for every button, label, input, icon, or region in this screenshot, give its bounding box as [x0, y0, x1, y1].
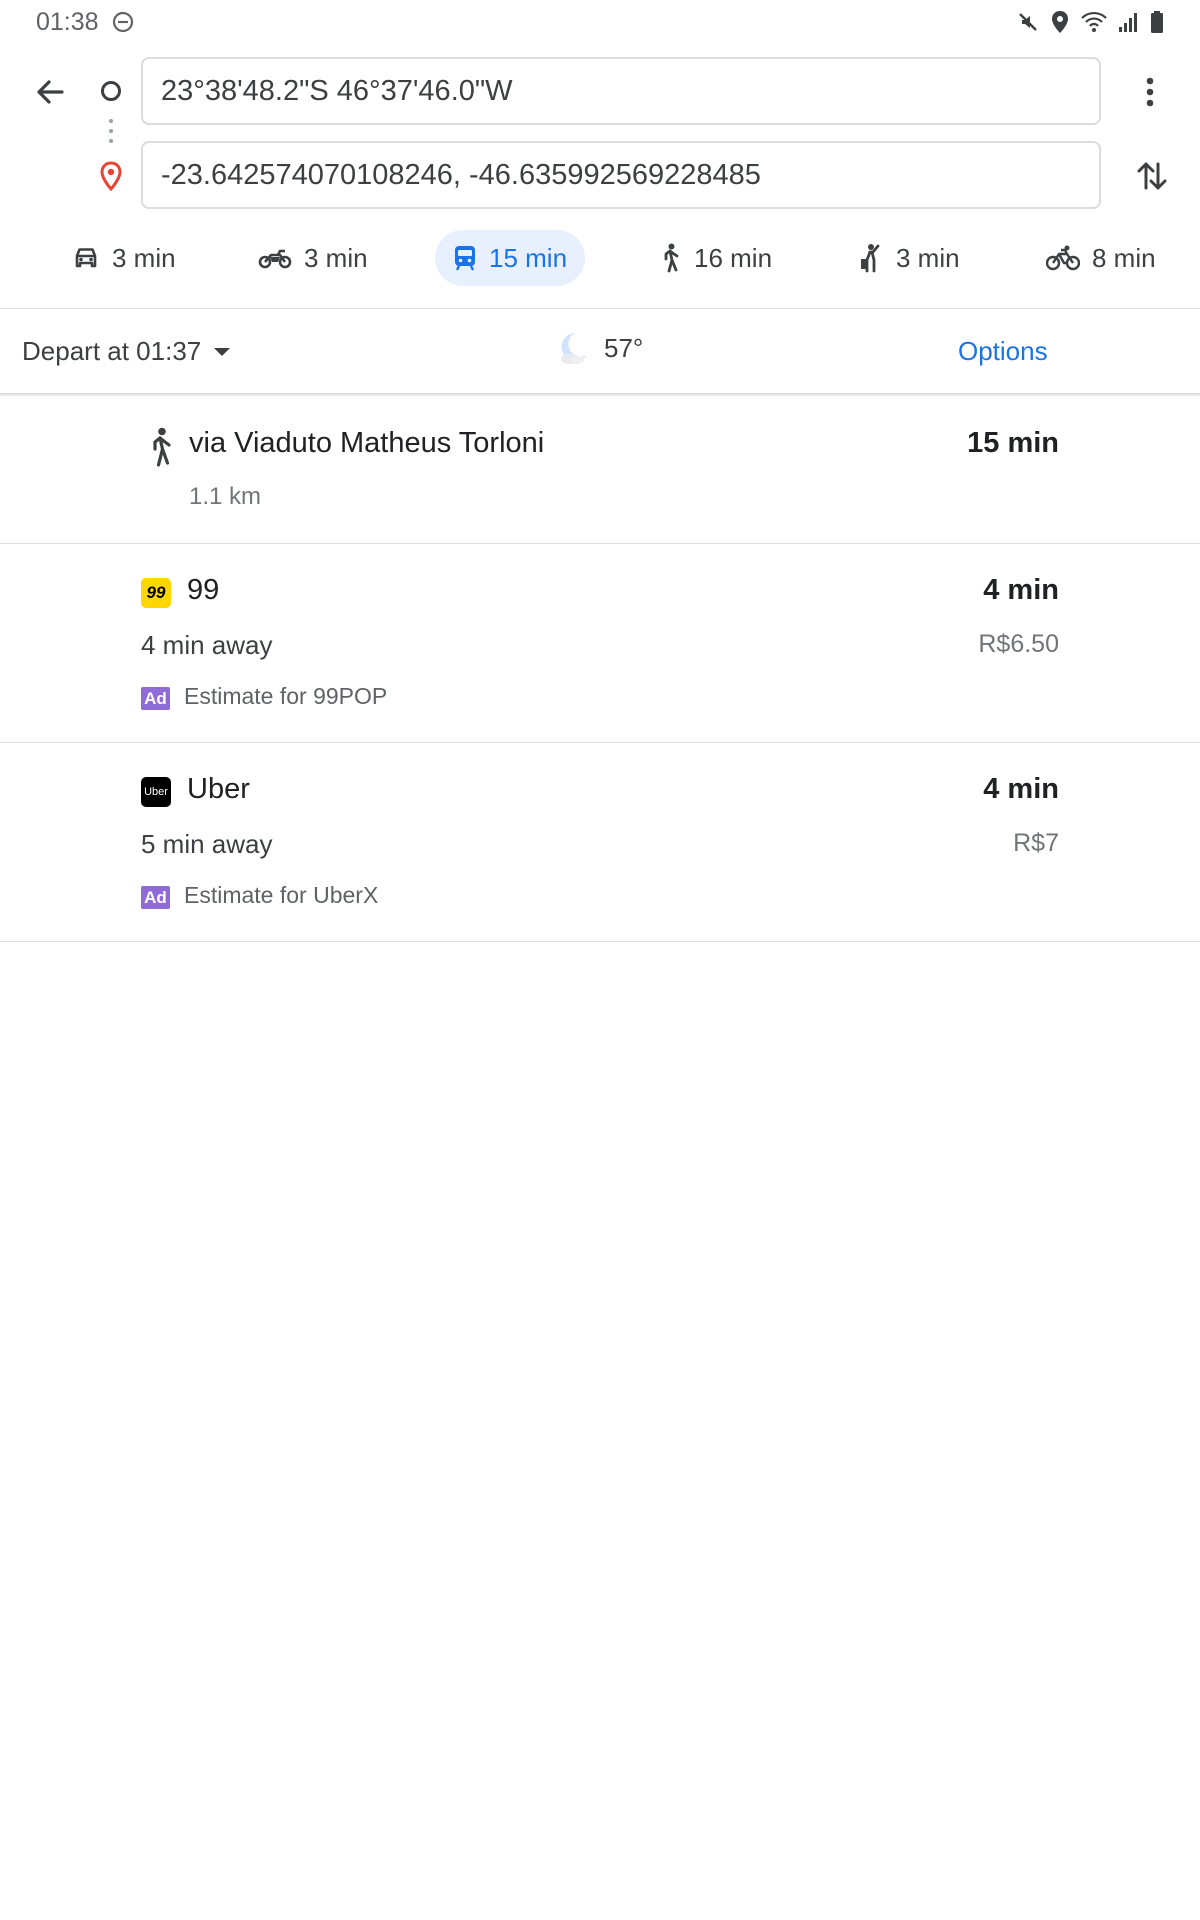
mode-motorcycle[interactable]: 3 min: [258, 230, 368, 286]
signal-icon: [1118, 10, 1140, 34]
back-arrow-icon: [37, 80, 64, 104]
temperature: 57°: [604, 332, 644, 363]
walking-icon: [153, 427, 171, 467]
origin-input[interactable]: 23°38'48.2"S 46°37'46.0"W: [141, 57, 1101, 125]
mode-walk[interactable]: 16 min: [658, 230, 772, 286]
bicycle-icon: [1046, 245, 1080, 271]
ride-duration: 4 min: [983, 574, 1059, 606]
status-time: 01:38: [36, 8, 99, 36]
ride-estimate: Estimate for UberX: [184, 882, 379, 908]
mute-icon: [1016, 10, 1040, 34]
swap-locations-button[interactable]: [1128, 152, 1176, 200]
ride-price: R$7: [1013, 829, 1059, 857]
battery-icon: [1150, 10, 1164, 34]
mode-ride-hailing-label: 3 min: [896, 242, 960, 273]
car-icon: [75, 248, 97, 268]
depart-row: Depart at 01:37 57° Options: [0, 310, 1200, 394]
depart-time-label: Depart at 01:37: [22, 336, 202, 366]
ride-option-99[interactable]: 99 99 4 min 4 min away R$6.50 Ad Estimat…: [0, 544, 1200, 742]
do-not-disturb-icon: [112, 11, 134, 33]
origin-circle-icon: [101, 81, 121, 101]
train-icon: [455, 246, 475, 271]
travel-mode-tabs: 3 min 3 min 15 min 16 min 3 min 8 min: [0, 228, 1200, 290]
ride-price: R$6.50: [978, 630, 1059, 658]
hail-icon: [861, 244, 880, 273]
wifi-icon: [1080, 10, 1108, 34]
ride-eta: 4 min away: [141, 630, 273, 660]
route-distance: 1.1 km: [189, 483, 262, 510]
uber-logo: Uber: [141, 777, 171, 807]
options-button[interactable]: Options: [958, 336, 1048, 367]
status-icons: [1016, 8, 1164, 36]
back-button[interactable]: [26, 68, 74, 116]
route-dots-icon: [109, 119, 113, 149]
swap-vert-icon: [1137, 162, 1167, 190]
mode-transit[interactable]: 15 min: [435, 230, 586, 286]
mode-walk-label: 16 min: [694, 242, 773, 273]
destination-input[interactable]: -23.642574070108246, -46.635992569228485: [141, 141, 1101, 209]
status-bar: 01:38: [0, 0, 1200, 44]
route-title: via Viaduto Matheus Torloni: [189, 427, 545, 459]
location-icon: [1050, 10, 1070, 34]
more-vert-icon: [1146, 77, 1154, 107]
ride-eta: 5 min away: [141, 829, 273, 859]
mode-bike-label: 8 min: [1092, 242, 1156, 273]
mode-ride-hailing[interactable]: 3 min: [858, 230, 960, 286]
ride-estimate: Estimate for 99POP: [184, 683, 388, 709]
divider: [0, 308, 1200, 309]
ride-name: Uber: [187, 773, 250, 805]
motorcycle-icon: [258, 249, 292, 269]
destination-pin-icon: [97, 161, 125, 192]
ride-duration: 4 min: [983, 773, 1059, 805]
mode-bike[interactable]: 8 min: [1046, 230, 1156, 286]
mode-drive[interactable]: 3 min: [72, 230, 176, 286]
route-duration: 15 min: [967, 427, 1059, 459]
more-options-button[interactable]: [1130, 68, 1170, 116]
route-walk[interactable]: via Viaduto Matheus Torloni 1.1 km 15 mi…: [0, 397, 1200, 543]
ad-badge: Ad: [141, 687, 170, 710]
depart-time-dropdown[interactable]: Depart at 01:37: [22, 336, 231, 367]
99-logo: 99: [141, 578, 171, 608]
ride-option-uber[interactable]: Uber Uber 4 min 5 min away R$7 Ad Estima…: [0, 743, 1200, 941]
moon-cloud-icon: [561, 333, 587, 364]
mode-transit-label: 15 min: [489, 242, 568, 273]
ride-name: 99: [187, 574, 220, 606]
dropdown-arrow-icon: [214, 347, 231, 356]
walking-icon: [664, 243, 679, 273]
weather-info: 57°: [556, 330, 643, 366]
ad-badge: Ad: [141, 886, 170, 909]
mode-motorcycle-label: 3 min: [304, 242, 368, 273]
divider: [0, 941, 1200, 942]
mode-drive-label: 3 min: [112, 242, 176, 273]
